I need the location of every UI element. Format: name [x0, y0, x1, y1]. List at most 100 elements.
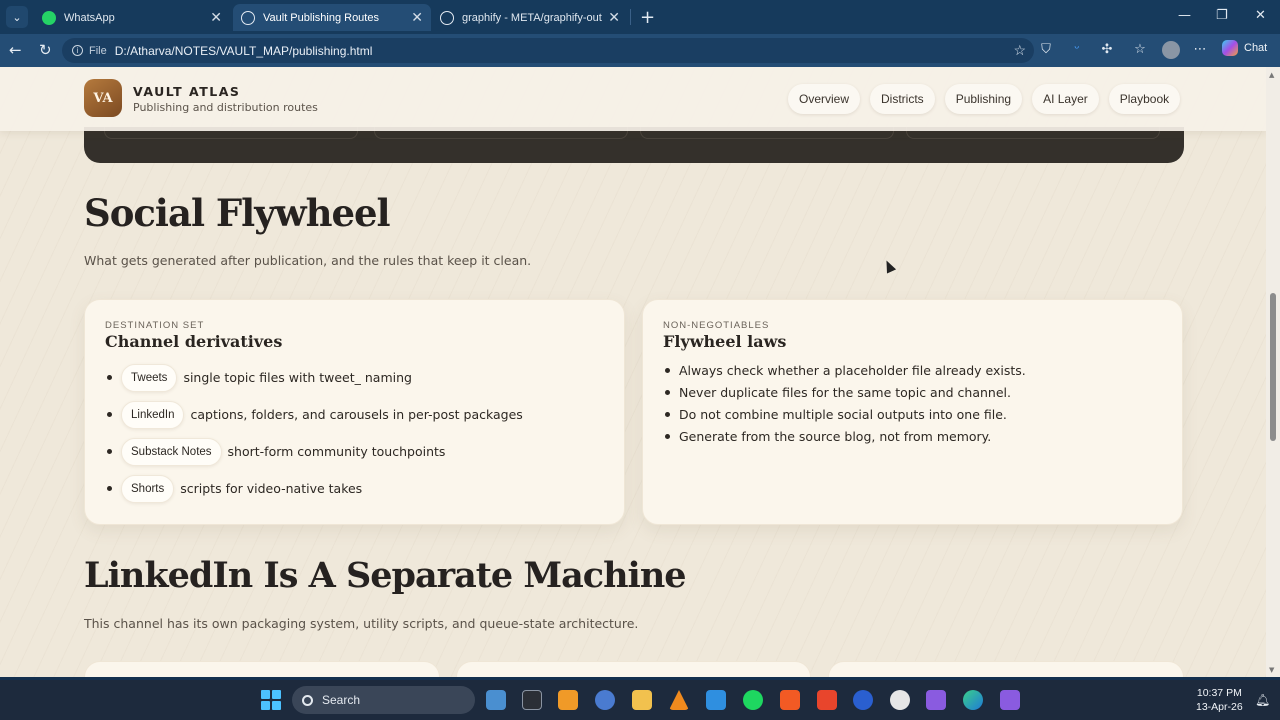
more-options-icon[interactable]: ⋯: [1193, 43, 1207, 57]
bullet: [107, 486, 112, 491]
brave-beta-icon[interactable]: [817, 690, 837, 710]
scroll-down-arrow-icon[interactable]: ▼: [1269, 666, 1274, 674]
item-text: Generate from the source blog, not from …: [679, 428, 992, 444]
page-viewport: VA VAULT ATLAS Publishing and distributi…: [0, 67, 1280, 677]
tab-separator: [630, 9, 631, 25]
tab-whatsapp[interactable]: WhatsApp ✕: [34, 4, 230, 31]
close-window-icon[interactable]: ✕: [1255, 8, 1266, 23]
nav-ai-layer[interactable]: AI Layer: [1032, 84, 1099, 114]
tab-vault-publishing-routes[interactable]: Vault Publishing Routes ✕: [233, 4, 431, 31]
linkedin-subtitle: This channel has its own packaging syste…: [84, 616, 639, 631]
close-tab-icon[interactable]: ✕: [210, 9, 222, 26]
item-text: Never duplicate files for the same topic…: [679, 384, 1011, 400]
bullet: [665, 433, 670, 439]
obsidian-icon[interactable]: [1000, 690, 1020, 710]
bullet: [107, 412, 112, 417]
nav-districts[interactable]: Districts: [870, 84, 935, 114]
notification-bell-icon[interactable]: 🔔︎: [1255, 693, 1270, 707]
bullet: [107, 375, 112, 380]
brand-title: VAULT ATLAS: [133, 84, 241, 99]
taskbar-search[interactable]: Search: [292, 686, 475, 714]
card-title: Channel derivatives: [105, 332, 283, 351]
brave-icon[interactable]: [780, 690, 800, 710]
taskbar-clock[interactable]: 10:37 PM 13-Apr-26: [1196, 686, 1243, 714]
linkedin-card: [84, 661, 440, 677]
mouse-cursor-icon: [881, 258, 897, 274]
scrollbar-thumb[interactable]: [1270, 293, 1276, 441]
card-title: Flywheel laws: [663, 332, 787, 351]
site-header: VA VAULT ATLAS Publishing and distributi…: [0, 67, 1266, 131]
social-flywheel-subtitle: What gets generated after publication, a…: [84, 253, 532, 268]
search-icon: [302, 694, 313, 706]
list-item: Never duplicate files for the same topic…: [663, 381, 1162, 403]
profile-avatar-icon[interactable]: [1162, 41, 1180, 59]
chip-linkedin: LinkedIn: [121, 400, 185, 429]
social-flywheel-heading: Social Flywheel: [84, 191, 391, 235]
item-text: captions, folders, and carousels in per-…: [190, 407, 523, 422]
extensions-puzzle-icon[interactable]: ✣: [1100, 43, 1114, 57]
browser-toolbar: ← ↻ i File D:/Atharva/NOTES/VAULT_MAP/pu…: [0, 34, 1280, 67]
derivatives-list: Tweets single topic files with tweet_ na…: [105, 359, 604, 507]
windows-start-icon[interactable]: [261, 690, 281, 710]
refresh-icon[interactable]: ↻: [39, 41, 52, 59]
vlc-icon[interactable]: [669, 690, 689, 710]
close-tab-icon[interactable]: ✕: [411, 9, 423, 26]
nav-playbook[interactable]: Playbook: [1108, 84, 1181, 114]
chip-shorts: Shorts: [121, 474, 175, 503]
minimize-icon[interactable]: —: [1178, 8, 1191, 23]
linkedin-card: [828, 661, 1184, 677]
terminal-app-icon[interactable]: [522, 690, 542, 710]
windows-taskbar: Search 10:37 PM 13-Apr-26 🔔︎: [0, 680, 1280, 720]
sublime-text-icon[interactable]: [558, 690, 578, 710]
file-explorer-icon[interactable]: [632, 690, 652, 710]
copilot-icon: [1222, 40, 1238, 56]
site-nav: Overview Districts Publishing AI Layer P…: [788, 84, 1181, 114]
copilot-chat-button[interactable]: Chat: [1222, 40, 1267, 56]
new-tab-icon[interactable]: +: [640, 7, 655, 28]
item-text: Do not combine multiple social outputs i…: [679, 406, 1007, 422]
close-tab-icon[interactable]: ✕: [608, 9, 620, 26]
info-icon[interactable]: i: [72, 45, 83, 56]
card-eyebrow: DESTINATION SET: [105, 320, 205, 331]
bullet: [665, 367, 670, 373]
list-item: Do not combine multiple social outputs i…: [663, 403, 1162, 425]
page-scrollbar[interactable]: ▲ ▼: [1266, 67, 1280, 677]
tab-actions-menu-icon[interactable]: ⌄: [6, 6, 28, 28]
todo-icon[interactable]: [853, 690, 873, 710]
item-text: single topic files with tweet_ naming: [183, 370, 412, 385]
photos-app-icon[interactable]: [486, 690, 506, 710]
edge-icon[interactable]: [963, 690, 983, 710]
shield-extension-icon[interactable]: ⛉: [1039, 43, 1053, 57]
slack-icon[interactable]: [890, 690, 910, 710]
chip-tweets: Tweets: [121, 363, 178, 392]
laws-list: Always check whether a placeholder file …: [663, 359, 1162, 447]
nav-publishing[interactable]: Publishing: [944, 84, 1023, 114]
linkedin-card: [456, 661, 811, 677]
item-text: scripts for video-native takes: [180, 481, 363, 496]
address-bar[interactable]: i File D:/Atharva/NOTES/VAULT_MAP/publis…: [62, 38, 1034, 63]
whatsapp-icon: [42, 10, 56, 25]
channel-derivatives-card: DESTINATION SET Channel derivatives Twee…: [84, 299, 625, 525]
list-item: Always check whether a placeholder file …: [663, 359, 1162, 381]
spotify-icon[interactable]: [743, 690, 763, 710]
favorite-star-icon[interactable]: ☆: [1013, 42, 1026, 59]
list-item: LinkedIn captions, folders, and carousel…: [105, 396, 604, 433]
list-item: Substack Notes short-form community touc…: [105, 433, 604, 470]
url-text: D:/Atharva/NOTES/VAULT_MAP/publishing.ht…: [114, 43, 373, 58]
bluesky-extension-icon[interactable]: ᵕ: [1070, 43, 1084, 57]
logo-badge[interactable]: VA: [84, 79, 122, 117]
obsidian-icon[interactable]: [926, 690, 946, 710]
favorites-icon[interactable]: ☆: [1133, 43, 1147, 57]
restore-icon[interactable]: ❐: [1216, 8, 1228, 23]
back-arrow-icon[interactable]: ←: [9, 41, 22, 59]
chip-substack-notes: Substack Notes: [121, 437, 222, 466]
vscode-icon[interactable]: [706, 690, 726, 710]
tab-graphify[interactable]: graphify - META/graphify-out/grap ✕: [432, 4, 628, 31]
item-text: Always check whether a placeholder file …: [679, 362, 1026, 378]
scroll-up-arrow-icon[interactable]: ▲: [1269, 71, 1274, 79]
qbittorrent-icon[interactable]: [595, 690, 615, 710]
nav-overview[interactable]: Overview: [788, 84, 861, 114]
bullet: [665, 411, 670, 417]
flywheel-laws-card: NON-NEGOTIABLES Flywheel laws Always che…: [642, 299, 1183, 525]
item-text: short-form community touchpoints: [227, 444, 446, 459]
